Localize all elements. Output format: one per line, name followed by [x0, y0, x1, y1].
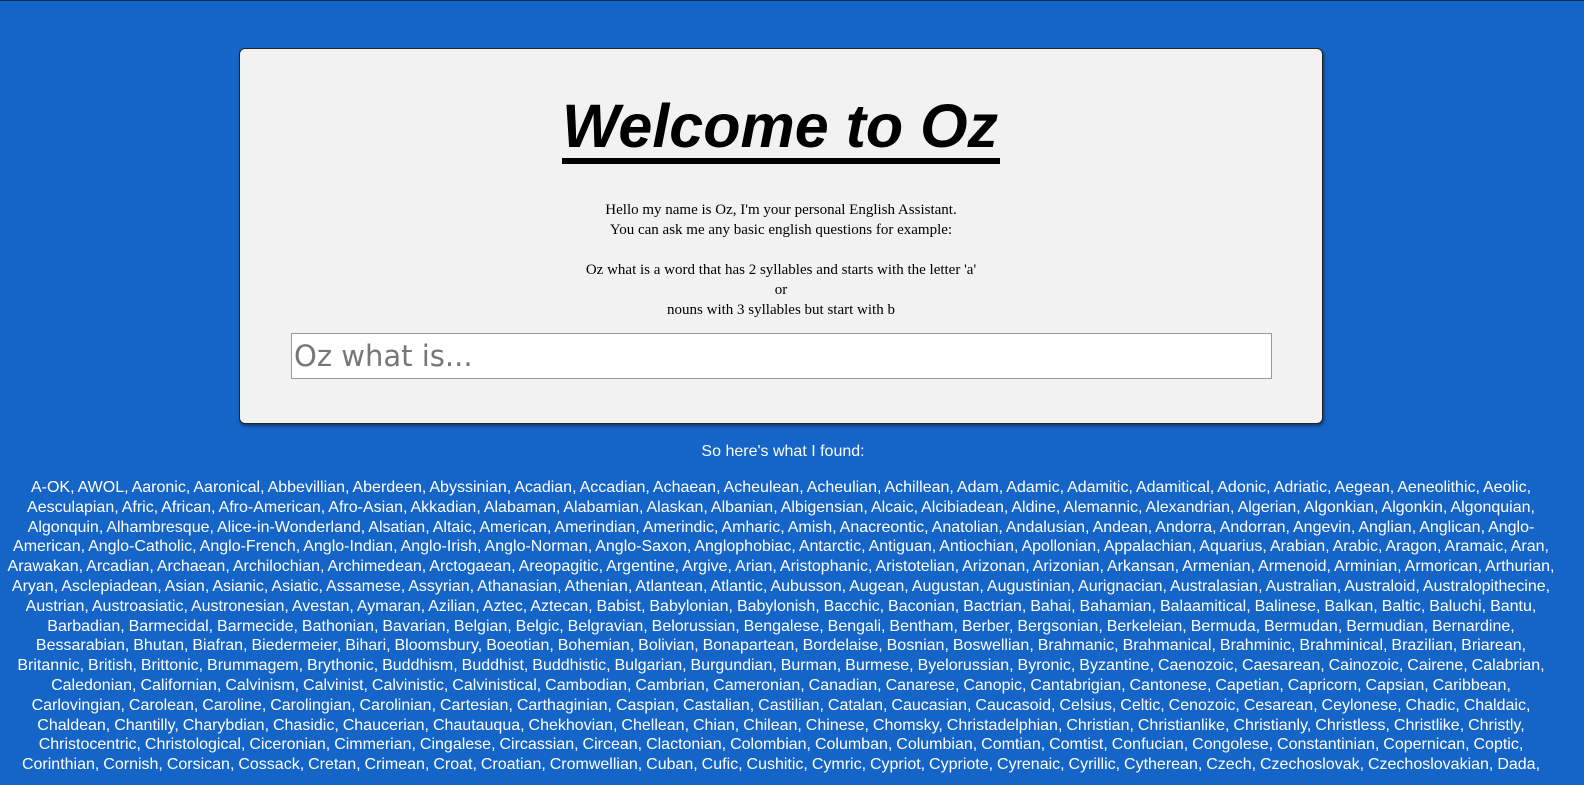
page-title: Welcome to Oz: [240, 91, 1322, 164]
page-title-text: Welcome to Oz: [561, 94, 1001, 164]
example-query-1: Oz what is a word that has 2 syllables a…: [585, 262, 977, 278]
intro-spacer: [240, 240, 1322, 260]
intro-line-1: Hello my name is Oz, I'm your personal E…: [605, 202, 957, 218]
results-heading: So here's what I found:: [701, 443, 865, 460]
assistant-card: Welcome to Oz Hello my name is Oz, I'm y…: [239, 48, 1323, 424]
example-separator: or: [774, 282, 788, 298]
question-input[interactable]: [291, 333, 1272, 379]
example-query-2: nouns with 3 syllables but start with b: [667, 302, 895, 318]
results-word-list: A-OK, AWOL, Aaronic, Aaronical, Abbevill…: [7, 479, 1555, 774]
intro-text: Hello my name is Oz, I'm your personal E…: [240, 200, 1322, 320]
intro-line-2: You can ask me any basic english questio…: [609, 222, 953, 238]
window-top-border: [0, 0, 1584, 1]
